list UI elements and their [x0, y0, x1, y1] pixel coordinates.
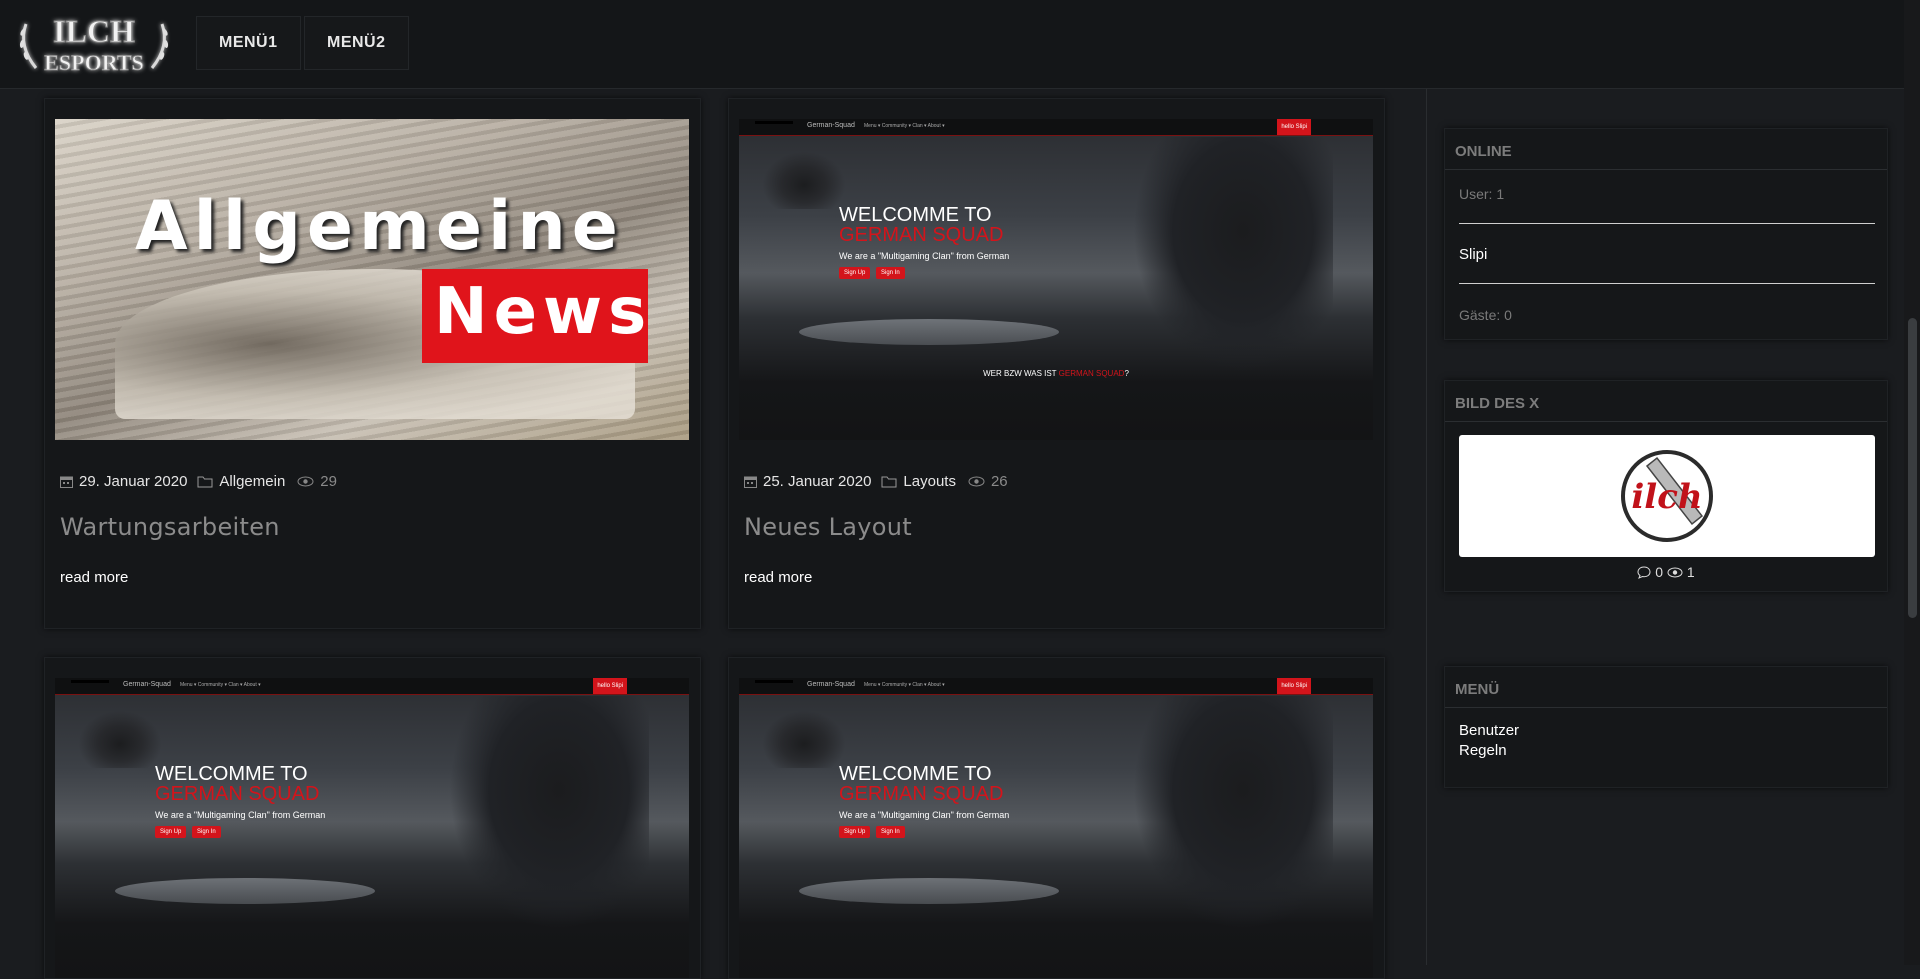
post-date: 25. Januar 2020: [763, 473, 872, 490]
page-scrollbar[interactable]: [1904, 0, 1920, 965]
news-card: German-Squad Menu ▾ Community ▾ Clan ▾ Ab…: [44, 657, 701, 979]
eye-icon: [1667, 567, 1683, 578]
image-welcome: WELCOMME TO: [155, 763, 308, 785]
image-bottom-text: WER BZW WAS IST GERMAN SQUAD?: [983, 369, 1129, 378]
post-title[interactable]: Neues Layout: [744, 513, 912, 541]
ilch-logo-icon: ilch: [1621, 450, 1713, 542]
image-signin: Sign In: [876, 826, 905, 838]
image-signup: Sign Up: [839, 267, 871, 279]
image-signin: Sign In: [876, 267, 905, 279]
eye-icon: [968, 476, 985, 487]
image-signin: Sign In: [192, 826, 221, 838]
picture-view-count: 1: [1686, 564, 1695, 580]
picture-widget: BILD DES X ilch 0 1: [1444, 380, 1888, 592]
post-views: 26: [990, 473, 1008, 490]
content-sidebar-divider: [1426, 89, 1427, 965]
post-category[interactable]: Layouts: [903, 473, 956, 490]
image-signup: Sign Up: [155, 826, 187, 838]
image-nav: Menu ▾ Community ▾ Clan ▾ About ▾: [180, 682, 261, 688]
image-brand: German-Squad: [807, 681, 855, 688]
picture-title: BILD DES X: [1455, 395, 1540, 412]
eye-icon: [297, 476, 314, 487]
news-image[interactable]: German-Squad Menu ▾ Community ▾ Clan ▾ Ab…: [739, 119, 1373, 440]
post-title[interactable]: Wartungsarbeiten: [60, 513, 280, 541]
image-hello: hello Slipi: [1277, 678, 1311, 694]
calendar-icon: [60, 476, 73, 488]
image-subtitle: We are a "Multigaming Clan" from German: [155, 810, 326, 820]
post-date: 29. Januar 2020: [79, 473, 188, 490]
image-hello: hello Slipi: [593, 678, 627, 694]
image-subtitle: We are a "Multigaming Clan" from German: [839, 251, 1010, 261]
site-logo[interactable]: ILCH ESPORTS: [14, 6, 174, 82]
online-guest-count: Gäste: 0: [1459, 307, 1512, 323]
news-image[interactable]: Allgemeine News: [55, 119, 689, 440]
image-brand: German-Squad: [123, 681, 171, 688]
news-card: German-Squad Menu ▾ Community ▾ Clan ▾ Ab…: [728, 657, 1385, 979]
post-meta: 25. Januar 2020 Layouts 26: [744, 473, 1008, 490]
news-card: Allgemeine News 29. Januar 2020 Allgemei…: [44, 98, 701, 629]
post-views: 29: [320, 473, 337, 490]
image-welcome: WELCOMME TO: [839, 763, 992, 785]
read-more-link[interactable]: read more: [60, 569, 128, 586]
folder-icon: [881, 476, 897, 488]
post-meta: 29. Januar 2020 Allgemein 29: [60, 473, 337, 490]
nav-menu2[interactable]: MENÜ2: [304, 16, 409, 70]
menu-item-regeln[interactable]: Regeln: [1459, 742, 1507, 759]
online-user-link[interactable]: Slipi: [1459, 246, 1487, 263]
menu-title: MENÜ: [1455, 681, 1500, 698]
picture-image[interactable]: ilch: [1459, 435, 1875, 557]
picture-comment-count: 0: [1655, 564, 1664, 580]
comment-icon: [1637, 566, 1651, 579]
image-nav: Menu ▾ Community ▾ Clan ▾ About ▾: [864, 123, 945, 129]
folder-icon: [197, 476, 213, 488]
menu-item-benutzer[interactable]: Benutzer: [1459, 722, 1519, 739]
news-image-title: Allgemeine: [135, 187, 624, 266]
image-squad: GERMAN SQUAD: [155, 783, 320, 805]
image-welcome: WELCOMME TO: [839, 204, 992, 226]
picture-stats: 0 1: [1445, 564, 1887, 580]
image-squad: GERMAN SQUAD: [839, 224, 1004, 246]
news-image-subtitle: News: [434, 275, 653, 349]
image-brand: German-Squad: [807, 122, 855, 129]
svg-text:ILCH: ILCH: [53, 13, 135, 49]
scrollbar-thumb[interactable]: [1908, 318, 1917, 618]
top-navbar: ILCH ESPORTS MENÜ1 MENÜ2: [0, 0, 1920, 89]
online-title: ONLINE: [1455, 143, 1512, 160]
post-category[interactable]: Allgemein: [219, 473, 285, 490]
image-signup: Sign Up: [839, 826, 871, 838]
image-subtitle: We are a "Multigaming Clan" from German: [839, 810, 1010, 820]
nav-menu1[interactable]: MENÜ1: [196, 16, 301, 70]
news-card: German-Squad Menu ▾ Community ▾ Clan ▾ Ab…: [728, 98, 1385, 629]
news-image[interactable]: German-Squad Menu ▾ Community ▾ Clan ▾ Ab…: [55, 678, 689, 978]
menu-widget: MENÜ Benutzer Regeln: [1444, 666, 1888, 788]
image-squad: GERMAN SQUAD: [839, 783, 1004, 805]
read-more-link[interactable]: read more: [744, 569, 812, 586]
svg-text:ilch: ilch: [1631, 477, 1702, 517]
svg-text:ESPORTS: ESPORTS: [44, 50, 143, 75]
image-nav: Menu ▾ Community ▾ Clan ▾ About ▾: [864, 682, 945, 688]
calendar-icon: [744, 476, 757, 488]
online-user-count: User: 1: [1459, 186, 1505, 202]
image-hello: hello Slipi: [1277, 119, 1311, 135]
online-widget: ONLINE User: 1 Slipi Gäste: 0: [1444, 128, 1888, 340]
news-image[interactable]: German-Squad Menu ▾ Community ▾ Clan ▾ Ab…: [739, 678, 1373, 978]
